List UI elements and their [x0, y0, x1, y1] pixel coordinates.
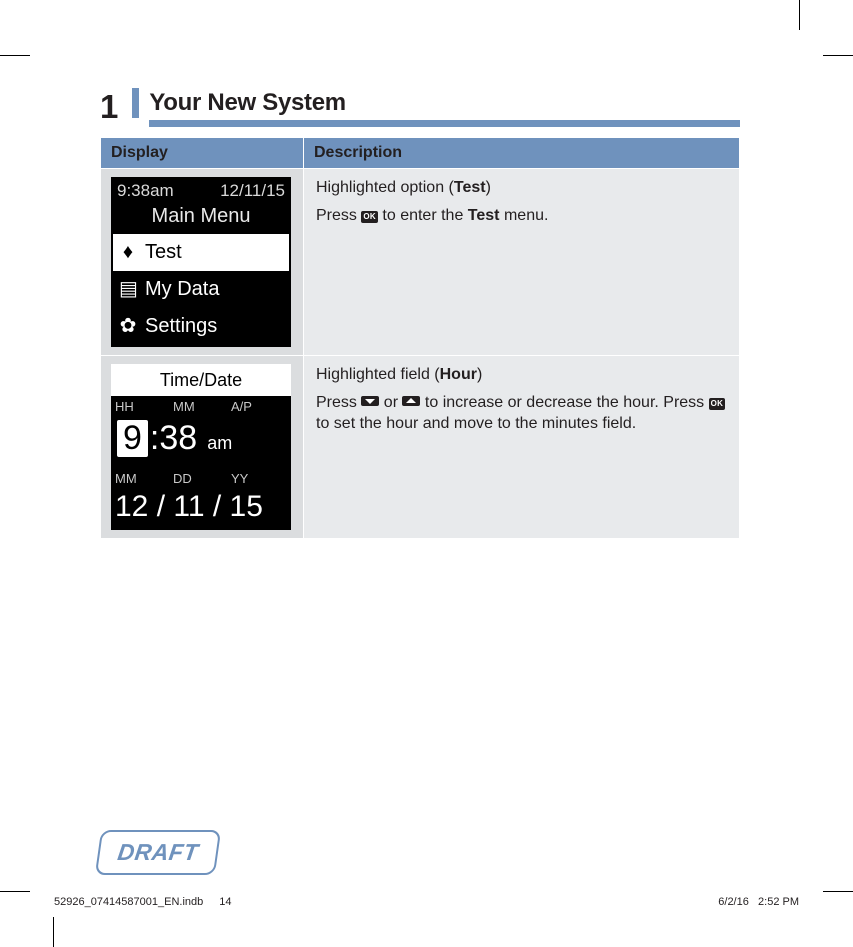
data-icon: ▤: [119, 276, 137, 303]
lcd-main-menu: 9:38am 12/11/15 Main Menu ♦ Test ▤ My Da…: [111, 177, 291, 347]
lcd-menu-item-mydata: ▤ My Data: [113, 271, 289, 308]
droplet-icon: ♦: [119, 239, 137, 266]
crop-mark: [823, 891, 853, 892]
desc-text: menu.: [500, 207, 549, 224]
lcd-menu-item-settings: ✿ Settings: [113, 308, 289, 345]
table-row: 9:38am 12/11/15 Main Menu ♦ Test ▤ My Da…: [101, 169, 740, 356]
col-header-description: Description: [304, 138, 740, 169]
desc-text: Press: [316, 207, 361, 224]
desc-line: Press or to increase or decrease the hou…: [316, 392, 727, 435]
footer-file: 52926_07414587001_EN.indb: [54, 896, 203, 908]
desc-text: to increase or decrease the hour. Press: [420, 394, 708, 411]
footer-time: 2:52 PM: [758, 896, 799, 908]
lcd-time-labels: HH MM A/P: [111, 396, 291, 416]
up-arrow-icon: [402, 396, 420, 406]
chapter-title-row: Your New System: [132, 88, 740, 118]
lcd-screen-title: Main Menu: [113, 203, 289, 234]
draft-label: DRAFT: [116, 839, 200, 866]
col-header-display: Display: [101, 138, 304, 169]
ok-button-icon: OK: [709, 398, 726, 410]
crop-mark: [0, 55, 30, 56]
lcd-hour-highlighted: 9: [117, 420, 148, 457]
chapter-title: Your New System: [149, 89, 345, 117]
desc-text: to set the hour and move to the minutes …: [316, 415, 636, 432]
lcd-statusbar: 9:38am 12/11/15: [113, 179, 289, 203]
down-arrow-icon: [361, 396, 379, 406]
display-description-table: Display Description 9:38am 12/11/15 Main…: [100, 137, 740, 539]
description-cell: Highlighted field (Hour) Press or to inc…: [304, 355, 740, 538]
lcd-screen-title: Time/Date: [111, 364, 291, 396]
lcd-sep: :: [150, 416, 159, 462]
desc-line: Press OK to enter the Test menu.: [316, 205, 727, 227]
lcd-label: HH: [115, 398, 173, 416]
chapter-accent: [132, 88, 139, 118]
chapter-bar: Your New System: [132, 88, 740, 127]
desc-line: Highlighted field (Hour): [316, 364, 727, 386]
lcd-time-row: 9 : 38 am: [111, 416, 291, 468]
display-cell: Time/Date HH MM A/P 9 : 38 am: [101, 355, 304, 538]
chapter-rule: [149, 120, 740, 127]
lcd-label: YY: [231, 470, 287, 488]
lcd-label: A/P: [231, 398, 287, 416]
chapter-header: 1 Your New System: [100, 88, 740, 127]
desc-text: ): [486, 179, 491, 196]
chapter-number: 1: [100, 88, 118, 123]
lcd-label: DD: [173, 470, 231, 488]
lcd-minutes: 38: [159, 416, 197, 462]
table-row: Time/Date HH MM A/P 9 : 38 am: [101, 355, 740, 538]
crop-mark: [53, 917, 54, 947]
footer-slug: 52926_07414587001_EN.indb 14 6/2/16 2:52…: [54, 896, 799, 908]
gear-icon: ✿: [119, 313, 137, 340]
lcd-time: 9:38am: [117, 180, 174, 203]
desc-text: Highlighted field (: [316, 366, 440, 383]
desc-line: Highlighted option (Test): [316, 177, 727, 199]
desc-text: to enter the: [378, 207, 468, 224]
ok-button-icon: OK: [361, 211, 378, 223]
lcd-menu-item-test: ♦ Test: [113, 234, 289, 271]
lcd-menu-label: Settings: [145, 313, 217, 340]
lcd-menu-label: Test: [145, 239, 182, 266]
lcd-menu-label: My Data: [145, 276, 219, 303]
lcd-ampm: am: [207, 431, 232, 455]
lcd-label: MM: [173, 398, 231, 416]
draft-watermark: DRAFT: [95, 830, 221, 875]
desc-bold: Hour: [440, 366, 477, 383]
description-cell: Highlighted option (Test) Press OK to en…: [304, 169, 740, 356]
footer-date: 6/2/16: [718, 896, 749, 908]
desc-text: ): [477, 366, 482, 383]
lcd-date-row: 12 / 11 / 15: [111, 487, 291, 530]
lcd-date: 12/11/15: [220, 180, 285, 203]
lcd-label: MM: [115, 470, 173, 488]
desc-bold: Test: [468, 207, 500, 224]
crop-mark: [799, 0, 800, 30]
lcd-time-date: Time/Date HH MM A/P 9 : 38 am: [111, 364, 291, 530]
desc-text: or: [379, 394, 402, 411]
crop-mark: [823, 55, 853, 56]
page-content: 1 Your New System Display Description 9: [100, 88, 740, 539]
desc-text: Press: [316, 394, 361, 411]
crop-mark: [0, 891, 30, 892]
footer-page: 14: [219, 896, 231, 908]
desc-text: Highlighted option (: [316, 179, 454, 196]
lcd-date-labels: MM DD YY: [111, 468, 291, 488]
desc-bold: Test: [454, 179, 486, 196]
display-cell: 9:38am 12/11/15 Main Menu ♦ Test ▤ My Da…: [101, 169, 304, 356]
